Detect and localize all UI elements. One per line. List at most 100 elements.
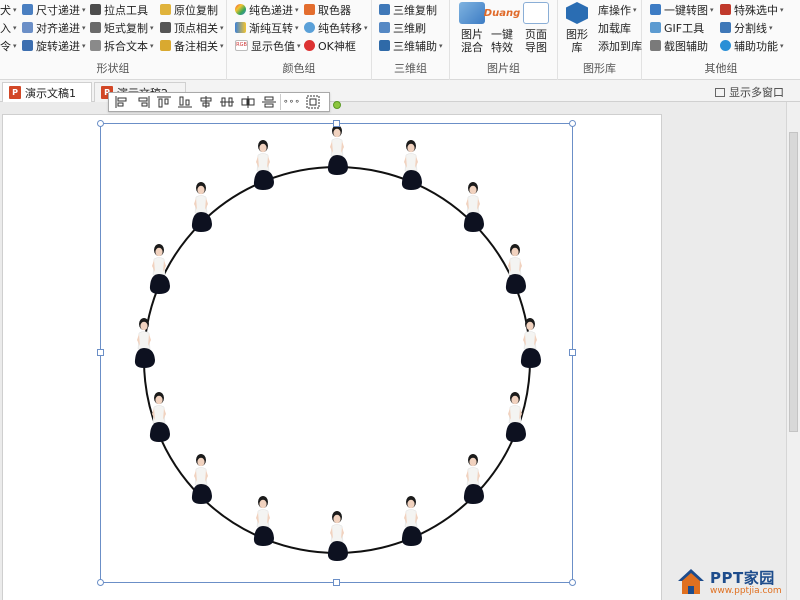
special-select-button[interactable]: 特殊选中 ▾ bbox=[720, 1, 784, 18]
ppt-file-icon: P bbox=[9, 86, 21, 99]
solid-color-transfer-button[interactable]: 纯色转移 ▾ bbox=[304, 19, 368, 36]
align-toolbar: ∘∘∘ bbox=[108, 92, 330, 112]
notes-related-button[interactable]: 备注相关 ▾ bbox=[160, 37, 224, 54]
align-left-icon[interactable] bbox=[112, 94, 132, 110]
dropdown-arrow-icon: ▾ bbox=[780, 41, 784, 50]
page-export-button[interactable]: 页面 导图 bbox=[514, 2, 558, 62]
dropdown-arrow-icon: ▾ bbox=[220, 23, 224, 32]
resize-handle-tr[interactable] bbox=[569, 120, 576, 127]
assist-function-button[interactable]: 辅助功能 ▾ bbox=[720, 37, 784, 54]
add-to-library-button[interactable]: 添加到库 bbox=[598, 37, 642, 54]
resize-handle-l[interactable] bbox=[97, 349, 104, 356]
dropdown-arrow-icon: ▾ bbox=[780, 5, 784, 14]
rgb-icon: RGB bbox=[235, 40, 248, 51]
dropdown-arrow-icon: ▾ bbox=[295, 5, 299, 14]
resize-handle-t[interactable] bbox=[333, 120, 340, 127]
size-progressive-button[interactable]: 尺寸递进 ▾ bbox=[22, 1, 86, 18]
tab-document-1[interactable]: P 演示文稿1 bbox=[2, 82, 92, 102]
gradient-swap-button[interactable]: 渐纯互转 ▾ bbox=[235, 19, 299, 36]
resize-handle-bl[interactable] bbox=[97, 579, 104, 586]
dropdown-arrow-icon: ▾ bbox=[13, 23, 17, 32]
load-library-button[interactable]: 加载库 bbox=[598, 19, 631, 36]
pull-point-icon bbox=[90, 4, 101, 15]
eyedropper-icon bbox=[304, 4, 315, 15]
screenshot-assist-button[interactable]: 截图辅助 bbox=[650, 37, 708, 54]
threed-group: 三维复制 三维刷 三维辅助 ▾ 三维组 bbox=[372, 0, 450, 80]
distribute-h-icon[interactable] bbox=[217, 94, 237, 110]
rotate-handle[interactable] bbox=[333, 101, 341, 109]
in-place-copy-button[interactable]: 原位复制 bbox=[160, 1, 218, 18]
group-label-library: 图形库 bbox=[583, 62, 616, 75]
multiwindow-icon bbox=[715, 87, 725, 97]
one-click-to-image-button[interactable]: 一键转图 ▾ bbox=[650, 1, 714, 18]
distribute-v-icon[interactable] bbox=[238, 94, 258, 110]
threed-brush-icon bbox=[379, 22, 390, 33]
matrix-copy-button[interactable]: 矩式复制 ▾ bbox=[90, 19, 154, 36]
assist-icon bbox=[720, 40, 731, 51]
rotate-progressive-button[interactable]: 旋转递进 ▾ bbox=[22, 37, 86, 54]
split-merge-text-button[interactable]: 拆合文本 ▾ bbox=[90, 37, 154, 54]
selection-box bbox=[100, 123, 573, 583]
divider-line-button[interactable]: 分割线 ▾ bbox=[720, 19, 773, 36]
library-group: 图形 库 库操作 ▾ 加载库 添加到库 图形库 bbox=[558, 0, 642, 80]
shape-group: 犬 ▾ 入 ▾ 令 ▾ 尺寸递进 ▾ 对齐递进 ▾ 旋转递进 ▾ 拉点工具 矩式复制 ▾ 拆合… bbox=[0, 0, 227, 80]
resize-handle-tl[interactable] bbox=[97, 120, 104, 127]
page-export-icon bbox=[523, 2, 549, 24]
library-operation-button[interactable]: 库操作 ▾ bbox=[598, 1, 637, 18]
gif-icon bbox=[650, 22, 661, 33]
show-multiwindow-button[interactable]: 显示多窗口 bbox=[715, 84, 784, 100]
align-middle-icon[interactable] bbox=[259, 94, 279, 110]
pull-point-tool-button[interactable]: 拉点工具 bbox=[90, 1, 148, 18]
group-label-color: 颜色组 bbox=[282, 62, 316, 75]
align-center-h-icon[interactable] bbox=[196, 94, 216, 110]
vertical-scrollbar[interactable] bbox=[786, 102, 800, 600]
dropdown-arrow-icon: ▾ bbox=[220, 41, 224, 50]
show-color-value-button[interactable]: RGB 显示色值 ▾ bbox=[235, 37, 301, 54]
threed-copy-button[interactable]: 三维复制 bbox=[379, 1, 437, 18]
size-progressive-icon bbox=[22, 4, 33, 15]
more-icon[interactable]: ∘∘∘ bbox=[280, 94, 302, 110]
pptjia-logo: PPT家园 www.pptjia.com bbox=[676, 563, 800, 600]
screenshot-icon bbox=[650, 40, 661, 51]
resize-handle-b[interactable] bbox=[333, 579, 340, 586]
ok-frame-icon bbox=[304, 40, 315, 51]
dropdown-arrow-icon: ▾ bbox=[13, 5, 17, 14]
dropdown-arrow-icon: ▾ bbox=[82, 23, 86, 32]
threed-assist-icon bbox=[379, 40, 390, 51]
align-right-icon[interactable] bbox=[133, 94, 153, 110]
threed-brush-button[interactable]: 三维刷 bbox=[379, 19, 426, 36]
align-bottom-icon[interactable] bbox=[175, 94, 195, 110]
dropdown-arrow-icon: ▾ bbox=[150, 23, 154, 32]
color-picker-button[interactable]: 取色器 bbox=[304, 1, 351, 18]
hexagon-library-icon bbox=[566, 2, 588, 24]
dropdown-arrow-icon: ▾ bbox=[82, 41, 86, 50]
resize-handle-r[interactable] bbox=[569, 349, 576, 356]
threed-assist-button[interactable]: 三维辅助 ▾ bbox=[379, 37, 443, 54]
shape-col0-item-2[interactable]: 令 ▾ bbox=[0, 37, 17, 54]
solid-color-progressive-button[interactable]: 纯色递进 ▾ bbox=[235, 1, 299, 18]
divider-icon bbox=[720, 22, 731, 33]
dropdown-arrow-icon: ▾ bbox=[439, 41, 443, 50]
shape-col0-item-1[interactable]: 入 ▾ bbox=[0, 19, 17, 36]
special-select-icon bbox=[720, 4, 731, 15]
other-group: 一键转图 ▾ GIF工具 截图辅助 特殊选中 ▾ 分割线 ▾ 辅助功能 ▾ 其他组 bbox=[642, 0, 800, 80]
resize-handle-br[interactable] bbox=[569, 579, 576, 586]
dropdown-arrow-icon: ▾ bbox=[295, 23, 299, 32]
one-click-effect-label: 一键 特效 bbox=[491, 28, 513, 54]
graphic-library-button[interactable]: 图形 库 bbox=[558, 2, 596, 62]
ok-frame-button[interactable]: OK神框 bbox=[304, 37, 356, 54]
graphic-library-label: 图形 库 bbox=[566, 28, 588, 54]
vertex-related-button[interactable]: 顶点相关 ▾ bbox=[160, 19, 224, 36]
color-group: 纯色递进 ▾ 渐纯互转 ▾ RGB 显示色值 ▾ 取色器 纯色转移 ▾ OK神框 颜色组 bbox=[227, 0, 372, 80]
align-top-icon[interactable] bbox=[154, 94, 174, 110]
shape-col0-item-0[interactable]: 犬 ▾ bbox=[0, 1, 17, 18]
dropdown-arrow-icon: ▾ bbox=[150, 41, 154, 50]
group-label-shape: 形状组 bbox=[96, 62, 130, 75]
split-text-icon bbox=[90, 40, 101, 51]
scrollbar-thumb[interactable] bbox=[789, 132, 798, 432]
align-progressive-button[interactable]: 对齐递进 ▾ bbox=[22, 19, 86, 36]
notes-icon bbox=[160, 40, 171, 51]
group-icon[interactable] bbox=[303, 94, 323, 110]
dropdown-arrow-icon: ▾ bbox=[364, 23, 368, 32]
gif-tool-button[interactable]: GIF工具 bbox=[650, 19, 704, 36]
